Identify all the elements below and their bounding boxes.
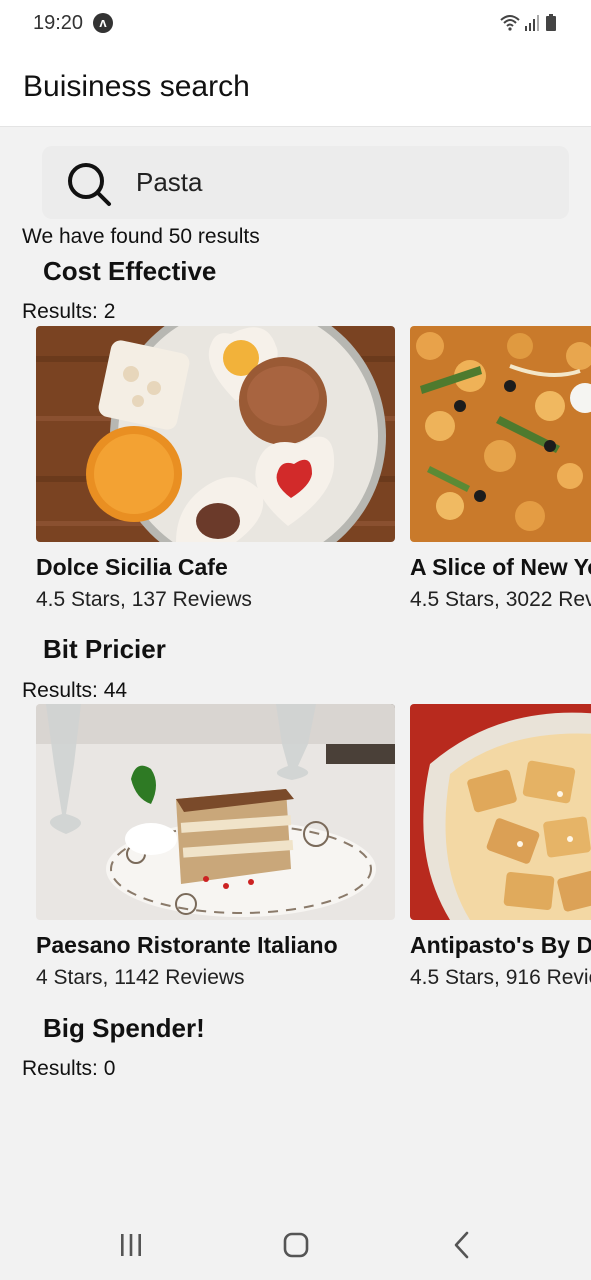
search-input[interactable] bbox=[136, 162, 536, 202]
business-rating: 4.5 Stars, 137 Reviews bbox=[36, 588, 252, 611]
business-card[interactable]: Paesano Ristorante Italiano 4 Stars, 114… bbox=[36, 704, 396, 990]
system-nav-bar bbox=[0, 1210, 591, 1280]
wifi-icon bbox=[500, 15, 520, 27]
business-rating: 4.5 Stars, 3022 Reviews bbox=[410, 588, 591, 611]
business-card[interactable]: Antipasto's By Dave 4.5 Stars, 916 Revie… bbox=[410, 704, 591, 990]
results-summary: We have found 50 results bbox=[22, 225, 260, 248]
section-count-cost-effective: Results: 2 bbox=[22, 300, 116, 323]
recents-icon[interactable] bbox=[111, 1228, 151, 1262]
business-name[interactable]: Antipasto's By Dave bbox=[410, 932, 591, 959]
cards-row-cost-effective[interactable]: Dolce Sicilia Cafe 4.5 Stars, 137 Review… bbox=[0, 326, 591, 626]
business-name[interactable]: A Slice of New York bbox=[410, 554, 591, 581]
battery-icon bbox=[546, 14, 556, 31]
status-bar: 19:20 ʌ bbox=[0, 0, 591, 48]
cards-row-bit-pricier[interactable]: Paesano Ristorante Italiano 4 Stars, 114… bbox=[0, 704, 591, 1004]
business-name[interactable]: Dolce Sicilia Cafe bbox=[36, 554, 396, 581]
business-rating: 4 Stars, 1142 Reviews bbox=[36, 966, 245, 989]
business-photo[interactable] bbox=[410, 326, 591, 542]
search-icon[interactable] bbox=[66, 161, 112, 207]
business-rating: 4.5 Stars, 916 Reviews bbox=[410, 966, 591, 989]
status-time: 19:20 bbox=[33, 12, 84, 34]
search-bar[interactable] bbox=[42, 146, 569, 219]
business-photo[interactable] bbox=[36, 704, 395, 920]
app-header: Buisiness search bbox=[0, 48, 591, 127]
page-title: Buisiness search bbox=[23, 70, 250, 103]
back-icon[interactable] bbox=[442, 1228, 482, 1262]
notification-badge-icon: ʌ bbox=[93, 13, 113, 33]
business-photo[interactable] bbox=[410, 704, 591, 920]
section-title-cost-effective: Cost Effective bbox=[43, 256, 217, 286]
section-count-big-spender: Results: 0 bbox=[22, 1057, 116, 1080]
status-icons bbox=[500, 14, 556, 31]
business-photo[interactable] bbox=[36, 326, 395, 542]
business-card[interactable]: A Slice of New York 4.5 Stars, 3022 Revi… bbox=[410, 326, 591, 612]
business-name[interactable]: Paesano Ristorante Italiano bbox=[36, 932, 396, 959]
business-card[interactable]: Dolce Sicilia Cafe 4.5 Stars, 137 Review… bbox=[36, 326, 396, 612]
section-title-big-spender: Big Spender! bbox=[43, 1013, 205, 1043]
section-count-bit-pricier: Results: 44 bbox=[22, 679, 128, 702]
signal-icon bbox=[525, 15, 539, 31]
section-title-bit-pricier: Bit Pricier bbox=[43, 634, 166, 664]
home-icon[interactable] bbox=[276, 1228, 316, 1262]
